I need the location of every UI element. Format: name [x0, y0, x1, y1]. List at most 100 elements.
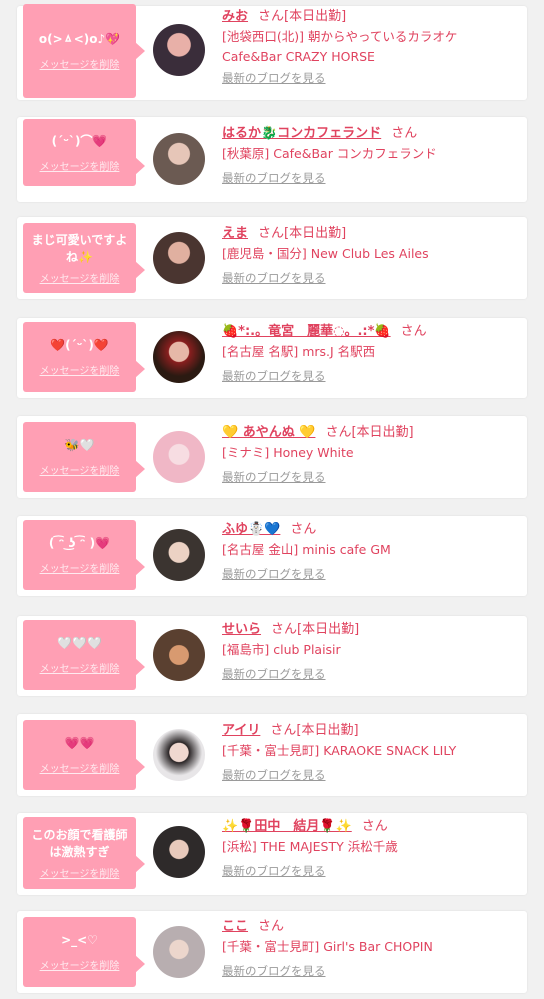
- shop-name: [池袋西口(北)] 朝からやっているカラオケ: [222, 29, 458, 44]
- shop-name: [千葉・富士見町] Girl's Bar CHOPIN: [222, 939, 433, 954]
- delete-message-button[interactable]: メッセージを削除: [40, 865, 120, 880]
- user-info: ふゆ☃️💙 さん [名古屋 金山] minis cafe GM 最新のブログを見る: [222, 520, 522, 583]
- honorific: さん: [258, 226, 285, 241]
- message-bubble: 💗💗 メッセージを削除: [23, 720, 145, 790]
- user-info: ここ さん [千葉・富士見町] Girl's Bar CHOPIN 最新のブログを…: [222, 917, 522, 980]
- delete-message-button[interactable]: メッセージを削除: [40, 660, 120, 675]
- delete-message-button[interactable]: メッセージを削除: [40, 270, 120, 285]
- delete-message-button[interactable]: メッセージを削除: [40, 560, 120, 575]
- user-name-link[interactable]: はるか🐉コンカフェランド: [222, 126, 381, 141]
- user-name-link[interactable]: 🍓*:.。竜宮 麗華◌。.:*🍓: [222, 324, 391, 339]
- user-name-link[interactable]: アイリ: [222, 723, 260, 738]
- avatar[interactable]: [153, 729, 205, 781]
- latest-blog-link[interactable]: 最新のブログを見る: [222, 766, 326, 784]
- latest-blog-link[interactable]: 最新のブログを見る: [222, 69, 326, 87]
- delete-message-button[interactable]: メッセージを削除: [40, 158, 120, 173]
- message-text: 💗💗: [64, 736, 95, 750]
- honorific: さん: [361, 819, 388, 834]
- user-info: せいら さん[本日出勤] [福島市] club Plaisir 最新のブログを見る: [222, 620, 522, 683]
- delete-message-button[interactable]: メッセージを削除: [40, 362, 120, 377]
- latest-blog-link[interactable]: 最新のブログを見る: [222, 367, 326, 385]
- message-text: このお顔で看護師は激熱すぎ: [31, 827, 128, 859]
- user-info: えま さん[本日出勤] [鹿児島・国分] New Club Les Ailes 最…: [222, 224, 522, 287]
- honorific: さん: [271, 622, 298, 637]
- honorific: さん: [258, 919, 285, 934]
- list-item: 💗💗 メッセージを削除 アイリ さん[本日出勤] [千葉・富士見町] KARAOK…: [17, 714, 527, 796]
- message-text: (ˊᵕˋ)⌒💗: [51, 133, 108, 148]
- avatar[interactable]: [153, 24, 205, 76]
- message-text: 🐝🤍: [64, 438, 95, 452]
- message-text: まじ可愛いですよね✨: [31, 232, 128, 264]
- status-badge: [本日出勤]: [351, 425, 414, 440]
- latest-blog-link[interactable]: 最新のブログを見る: [222, 862, 326, 880]
- message-bubble: ( ͡ᵔ ͜ʖ ͡ᵔ )💗 メッセージを削除: [23, 520, 145, 590]
- list-item: 🐝🤍 メッセージを削除 💛 あやんぬ 💛 さん[本日出勤] [ミナミ] Honey…: [17, 416, 527, 498]
- honorific: さん: [400, 324, 427, 339]
- honorific: さん: [258, 9, 285, 24]
- latest-blog-link[interactable]: 最新のブログを見る: [222, 468, 326, 486]
- user-name-link[interactable]: ふゆ☃️💙: [222, 522, 280, 537]
- shop-name: [名古屋 名駅] mrs.J 名駅西: [222, 344, 376, 359]
- avatar[interactable]: [153, 133, 205, 185]
- latest-blog-link[interactable]: 最新のブログを見る: [222, 269, 326, 287]
- message-bubble: このお顔で看護師は激熱すぎ メッセージを削除: [23, 817, 145, 889]
- list-item: ❤️(ˊᵕˋ)❤️ メッセージを削除 🍓*:.。竜宮 麗華◌。.:*🍓 さん [名…: [17, 318, 527, 398]
- user-info: 🍓*:.。竜宮 麗華◌。.:*🍓 さん [名古屋 名駅] mrs.J 名駅西 最新…: [222, 322, 522, 385]
- message-text: >_<♡: [61, 933, 98, 947]
- status-badge: [本日出勤]: [284, 226, 347, 241]
- delete-message-button[interactable]: メッセージを削除: [40, 760, 120, 775]
- message-bubble: 🤍🤍🤍 メッセージを削除: [23, 620, 145, 690]
- shop-name: [ミナミ] Honey White: [222, 445, 354, 460]
- avatar[interactable]: [153, 629, 205, 681]
- delete-message-button[interactable]: メッセージを削除: [40, 957, 120, 972]
- list-item: (ˊᵕˋ)⌒💗 メッセージを削除 はるか🐉コンカフェランド さん [秋葉原] Ca…: [17, 117, 527, 202]
- message-bubble: ❤️(ˊᵕˋ)❤️ メッセージを削除: [23, 322, 145, 392]
- message-bubble: o(>ㅿ<)o♪💖 メッセージを削除: [23, 4, 145, 98]
- honorific: さん: [325, 425, 352, 440]
- avatar[interactable]: [153, 431, 205, 483]
- status-badge: [本日出勤]: [284, 9, 347, 24]
- delete-message-button[interactable]: メッセージを削除: [40, 462, 120, 477]
- latest-blog-link[interactable]: 最新のブログを見る: [222, 962, 326, 980]
- list-item: このお顔で看護師は激熱すぎ メッセージを削除 ✨🌹田中 結月🌹✨ さん [浜松] …: [17, 813, 527, 895]
- message-text: o(>ㅿ<)o♪💖: [38, 32, 121, 46]
- message-bubble: 🐝🤍 メッセージを削除: [23, 422, 145, 492]
- user-name-link[interactable]: ✨🌹田中 結月🌹✨: [222, 819, 352, 834]
- delete-message-button[interactable]: メッセージを削除: [40, 56, 120, 71]
- latest-blog-link[interactable]: 最新のブログを見る: [222, 169, 326, 187]
- message-bubble: まじ可愛いですよね✨ メッセージを削除: [23, 223, 145, 293]
- shop-name-line2: Cafe&Bar CRAZY HORSE: [222, 49, 375, 64]
- shop-name: [鹿児島・国分] New Club Les Ailes: [222, 246, 429, 261]
- user-info: はるか🐉コンカフェランド さん [秋葉原] Cafe&Bar コンカフェランド 最…: [222, 124, 522, 187]
- message-bubble: >_<♡ メッセージを削除: [23, 917, 145, 987]
- message-text: ❤️(ˊᵕˋ)❤️: [50, 338, 109, 352]
- user-name-link[interactable]: ここ: [222, 919, 248, 934]
- status-badge: [本日出勤]: [297, 622, 360, 637]
- list-item: まじ可愛いですよね✨ メッセージを削除 えま さん[本日出勤] [鹿児島・国分] …: [17, 217, 527, 299]
- honorific: さん: [270, 723, 297, 738]
- list-item: ( ͡ᵔ ͜ʖ ͡ᵔ )💗 メッセージを削除 ふゆ☃️💙 さん [名古屋 金山] …: [17, 516, 527, 596]
- shop-name: [秋葉原] Cafe&Bar コンカフェランド: [222, 146, 437, 161]
- message-text: 🤍🤍🤍: [57, 636, 102, 650]
- latest-blog-link[interactable]: 最新のブログを見る: [222, 565, 326, 583]
- user-name-link[interactable]: 💛 あやんぬ 💛: [222, 425, 315, 440]
- user-info: みお さん[本日出勤] [池袋西口(北)] 朝からやっているカラオケ Cafe&B…: [222, 7, 522, 87]
- shop-name: [福島市] club Plaisir: [222, 642, 341, 657]
- shop-name: [名古屋 金山] minis cafe GM: [222, 542, 391, 557]
- honorific: さん: [290, 522, 317, 537]
- avatar[interactable]: [153, 926, 205, 978]
- avatar[interactable]: [153, 331, 205, 383]
- user-name-link[interactable]: せいら: [222, 622, 261, 637]
- avatar[interactable]: [153, 826, 205, 878]
- user-name-link[interactable]: みお: [222, 9, 248, 24]
- user-info: ✨🌹田中 結月🌹✨ さん [浜松] THE MAJESTY 浜松千歳 最新のブログ…: [222, 817, 522, 880]
- shop-name: [千葉・富士見町] KARAOKE SNACK LILY: [222, 743, 457, 758]
- avatar[interactable]: [153, 529, 205, 581]
- list-item: >_<♡ メッセージを削除 ここ さん [千葉・富士見町] Girl's Bar …: [17, 911, 527, 993]
- avatar[interactable]: [153, 232, 205, 284]
- user-name-link[interactable]: えま: [222, 226, 248, 241]
- shop-name: [浜松] THE MAJESTY 浜松千歳: [222, 839, 398, 854]
- latest-blog-link[interactable]: 最新のブログを見る: [222, 665, 326, 683]
- user-info: アイリ さん[本日出勤] [千葉・富士見町] KARAOKE SNACK LILY…: [222, 721, 522, 784]
- status-badge: [本日出勤]: [296, 723, 359, 738]
